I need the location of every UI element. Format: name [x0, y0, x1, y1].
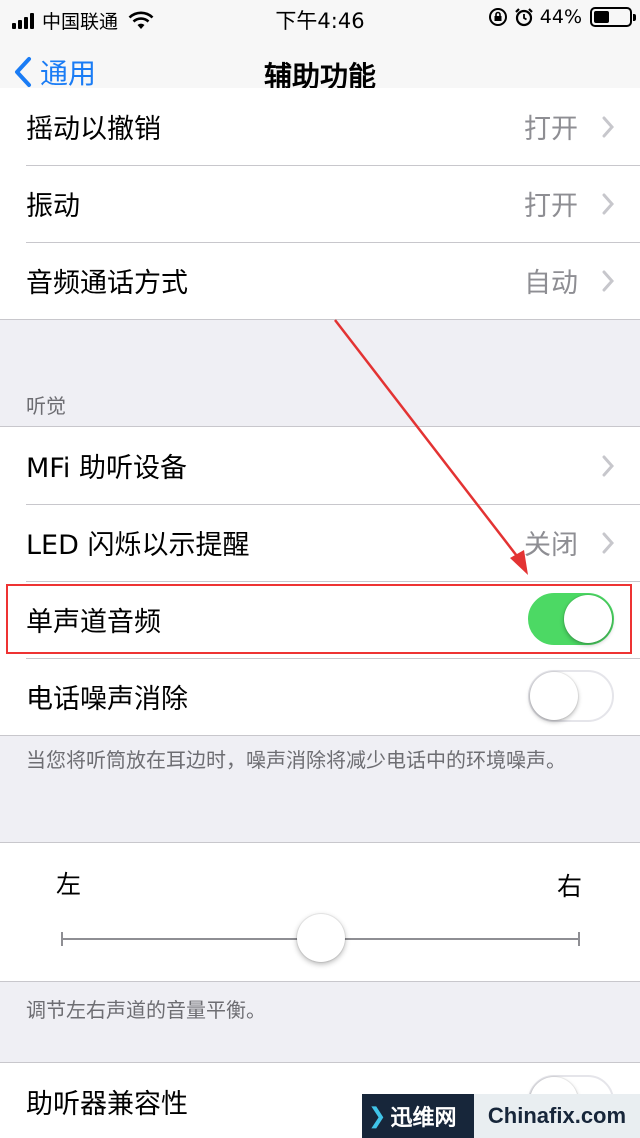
balance-footer: 调节左右声道的音量平衡。 [26, 998, 266, 1022]
row-value: 自动 [524, 268, 578, 299]
setting-row-led-flash[interactable]: LED 闪烁以示提醒 关闭 [0, 504, 640, 581]
setting-row-mono-audio: 单声道音频 [0, 581, 640, 658]
setting-row-vibration[interactable]: 振动 打开 [0, 165, 640, 242]
battery-icon [590, 7, 636, 27]
row-label: 电话噪声消除 [26, 684, 188, 715]
battery-percent: 44% [539, 6, 582, 28]
noise-cancellation-toggle[interactable] [528, 670, 614, 722]
toggle-knob [564, 595, 612, 643]
row-label: 单声道音频 [26, 607, 161, 638]
setting-row-phone-noise-cancellation: 电话噪声消除 [0, 658, 640, 735]
setting-row-call-audio-routing[interactable]: 音频通话方式 自动 [0, 242, 640, 319]
watermark-right-text: Chinafix.com [474, 1094, 640, 1138]
toggle-knob [530, 672, 578, 720]
chevron-right-icon [602, 455, 614, 477]
watermark-left-text: 迅维网 [390, 1106, 457, 1131]
row-label: MFi 助听设备 [26, 453, 187, 484]
balance-group: 左 右 [0, 842, 640, 982]
section-header-hearing: 听觉 [26, 394, 66, 418]
chevron-right-icon [602, 532, 614, 554]
balance-right-label: 右 [556, 872, 582, 901]
chevron-right-icon [602, 193, 614, 215]
status-right: 44% [488, 6, 636, 28]
row-label: LED 闪烁以示提醒 [26, 530, 250, 561]
slider-tick-left [61, 932, 63, 946]
noise-cancellation-footer: 当您将听筒放在耳边时，噪声消除将减少电话中的环境噪声。 [26, 748, 566, 772]
watermark-logo: ❯ 迅维网 Chinafix.com [362, 1094, 640, 1138]
setting-row-shake-to-undo[interactable]: 摇动以撤销 打开 [0, 88, 640, 165]
slider-tick-right [578, 932, 580, 946]
rotation-lock-icon [488, 8, 507, 26]
row-value: 打开 [524, 191, 578, 222]
setting-row-mfi-hearing-devices[interactable]: MFi 助听设备 [0, 427, 640, 504]
balance-left-label: 左 [56, 870, 82, 899]
status-bar: 中国联通 下午4:46 44% [0, 0, 640, 38]
row-label: 振动 [26, 191, 80, 222]
row-label: 音频通话方式 [26, 268, 188, 299]
row-value: 关闭 [524, 530, 578, 561]
row-label: 摇动以撤销 [26, 114, 161, 145]
chevron-right-icon: ❯ [368, 1103, 387, 1129]
mono-audio-toggle[interactable] [528, 593, 614, 645]
row-value: 打开 [524, 114, 578, 145]
settings-group-top: 摇动以撤销 打开 振动 打开 音频通话方式 自动 [0, 88, 640, 320]
battery-fill [594, 11, 609, 23]
chevron-right-icon [602, 116, 614, 138]
alarm-icon [514, 8, 533, 27]
settings-group-hearing: MFi 助听设备 LED 闪烁以示提醒 关闭 单声道音频 电话噪声消除 [0, 426, 640, 736]
balance-slider-knob[interactable] [297, 914, 345, 962]
chevron-right-icon [602, 270, 614, 292]
row-label: 助听器兼容性 [26, 1089, 188, 1120]
watermark-left: ❯ 迅维网 [362, 1094, 474, 1138]
